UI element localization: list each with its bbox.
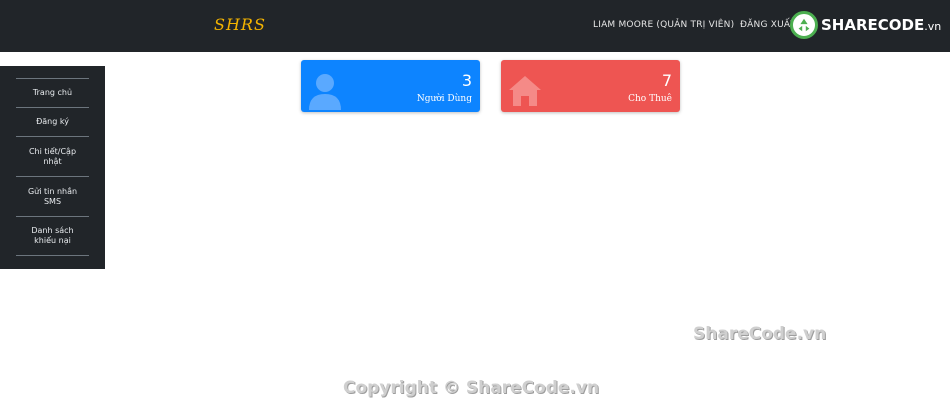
sharecode-watermark-logo: SHARECODE.vn: [790, 10, 941, 40]
users-count: 3: [461, 71, 472, 90]
sidebar-menu: Trang chủ Đăng ký Chi tiết/Cập nhật Gửi …: [16, 78, 89, 256]
users-stat-card[interactable]: 3 Người Dùng: [301, 60, 480, 112]
top-navbar: SHRS LIAM MOORE (QUẢN TRỊ VIÊN) ĐĂNG XUẤ…: [0, 0, 950, 52]
rentals-stat-card[interactable]: 7 Cho Thuê: [501, 60, 680, 112]
logout-link[interactable]: ĐĂNG XUẤT: [740, 20, 796, 30]
watermark-copyright: Copyright © ShareCode.vn: [343, 378, 600, 398]
user-icon: [307, 72, 343, 110]
watermark-text-middle: ShareCode.vn: [693, 324, 827, 344]
sidebar: Trang chủ Đăng ký Chi tiết/Cập nhật Gửi …: [0, 66, 105, 269]
nav-user-link[interactable]: LIAM MOORE (QUẢN TRỊ VIÊN): [593, 20, 734, 30]
rentals-card-label: Cho Thuê: [628, 94, 672, 104]
sidebar-item-complaints[interactable]: Danh sách khiếu nại: [16, 217, 89, 256]
rentals-count: 7: [661, 71, 672, 90]
sidebar-item-register[interactable]: Đăng ký: [16, 108, 89, 137]
watermark-logo-text: SHARECODE.vn: [821, 16, 942, 34]
users-card-label: Người Dùng: [416, 94, 472, 104]
sidebar-item-send-sms[interactable]: Gửi tin nhắn SMS: [16, 177, 89, 217]
brand-logo[interactable]: SHRS: [214, 15, 266, 34]
recycle-icon: [790, 11, 818, 39]
home-icon: [507, 72, 543, 110]
sidebar-item-home[interactable]: Trang chủ: [16, 79, 89, 108]
sidebar-item-details-update[interactable]: Chi tiết/Cập nhật: [16, 137, 89, 177]
